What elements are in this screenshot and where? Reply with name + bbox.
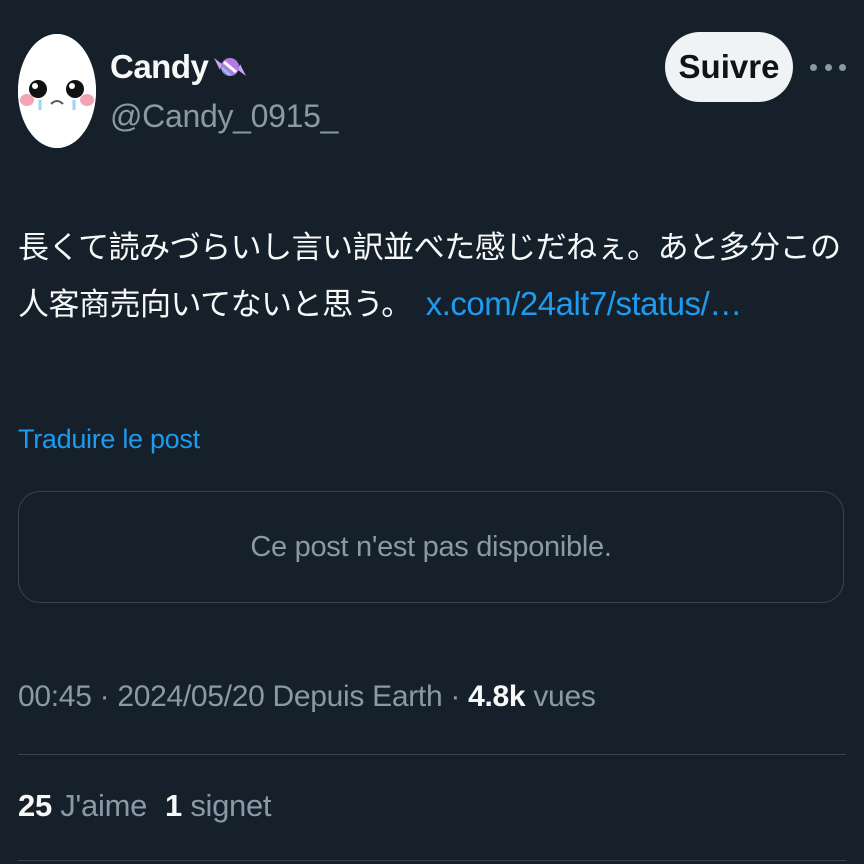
user-handle[interactable]: @Candy_0915_ xyxy=(110,98,338,135)
likes-count[interactable]: 25 xyxy=(18,788,52,823)
quoted-post-card: Ce post n'est pas disponible. xyxy=(18,491,844,603)
engagement-stats: 25 J'aime 1 signet xyxy=(18,788,272,824)
candy-icon xyxy=(212,52,248,82)
views-count: 4.8k xyxy=(468,680,526,713)
tweet-link[interactable]: x.com/24alt7/status/… xyxy=(426,285,742,322)
follow-button[interactable]: Suivre xyxy=(665,32,793,102)
avatar[interactable] xyxy=(18,34,96,148)
tweet-text: 長くて読みづらいし言い訳並べた感じだねぇ。あと多分この人客商売向いてないと思う。… xyxy=(18,220,848,333)
tweet-meta: 00:45 · 2024/05/20 Depuis Earth · 4.8k v… xyxy=(18,680,596,714)
bookmarks-label[interactable]: signet xyxy=(190,788,271,823)
divider xyxy=(18,860,846,861)
bookmarks-count[interactable]: 1 xyxy=(165,788,182,823)
translate-post-link[interactable]: Traduire le post xyxy=(18,424,200,455)
divider xyxy=(18,754,846,755)
more-horizontal-icon[interactable] xyxy=(810,52,846,82)
name-row: Candy xyxy=(110,48,248,86)
views-label: vues xyxy=(533,680,596,713)
display-name[interactable]: Candy xyxy=(110,48,209,86)
likes-label[interactable]: J'aime xyxy=(60,788,147,823)
timestamp[interactable]: 00:45 · 2024/05/20 Depuis Earth · xyxy=(18,680,468,713)
tweet-header: Candy @Candy_0915_ Suivre xyxy=(0,0,864,160)
unavailable-message: Ce post n'est pas disponible. xyxy=(250,530,612,563)
